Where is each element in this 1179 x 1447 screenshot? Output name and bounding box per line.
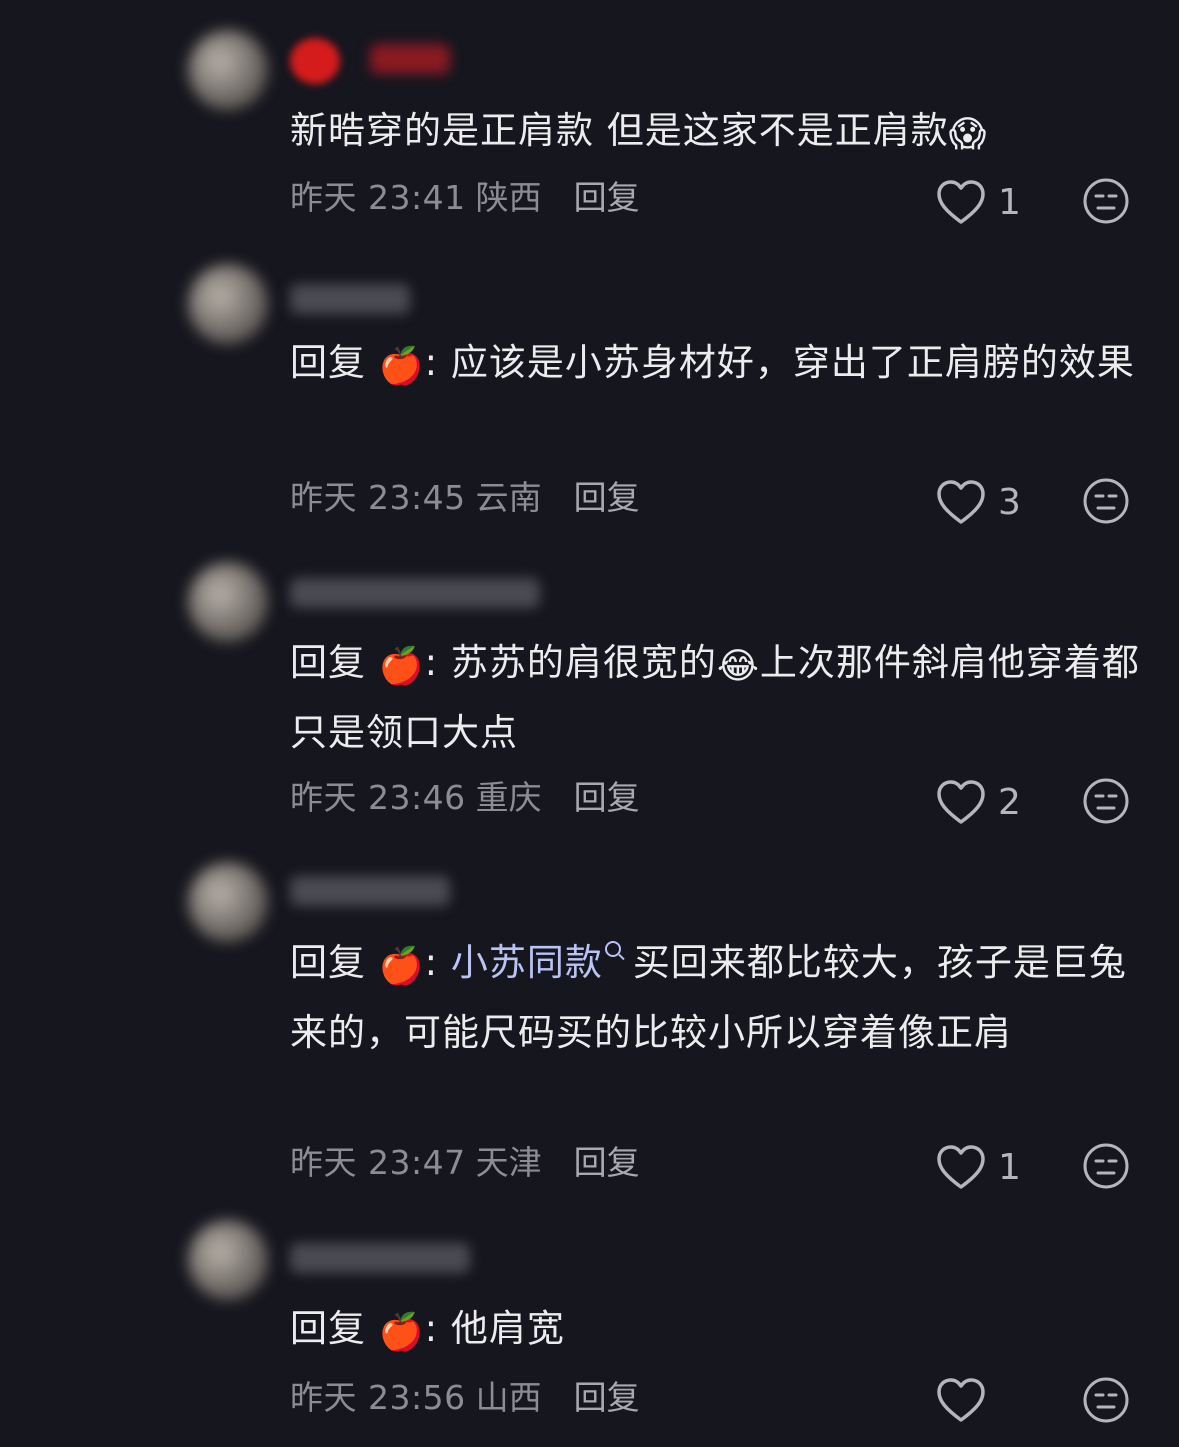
- comment-thread: 新晧穿的是正肩款 但是这家不是正肩款😱 昨天 23:41 陕西 回复 1 回复 🍎:…: [0, 0, 1179, 1447]
- colon: :: [424, 941, 451, 984]
- dislike-button[interactable]: [1082, 177, 1130, 225]
- location: 陕西: [475, 178, 542, 217]
- comment-text: 新晧穿的是正肩款 但是这家不是正肩款😱: [290, 98, 1140, 168]
- laughing-crying-emoji-icon: 😂: [716, 646, 760, 687]
- comment-meta: 昨天 23:46 重庆 回复: [290, 776, 640, 820]
- comment-meta: 昨天 23:47 天津 回复: [290, 1141, 640, 1185]
- comment-text: 回复 🍎: 苏苏的肩很宽的😂上次那件斜肩他穿着都只是领口大点: [290, 630, 1140, 766]
- heart-outline-icon: [937, 180, 985, 224]
- comment-text-content: : 应该是小苏身材好，穿出了正肩膀的效果: [424, 341, 1135, 384]
- dislike-button[interactable]: [1082, 477, 1130, 525]
- avatar[interactable]: [188, 562, 268, 642]
- heart-outline-icon: [937, 1145, 985, 1189]
- reply-prefix: 回复: [290, 1307, 379, 1350]
- heart-outline-icon: [937, 780, 985, 824]
- like-count: 1: [998, 181, 1021, 223]
- like-count: 2: [998, 781, 1021, 823]
- reply-prefix: 回复: [290, 341, 379, 384]
- heart-outline-icon: [937, 1378, 985, 1422]
- timestamp: 昨天 23:56: [290, 1378, 466, 1417]
- like-button[interactable]: 1: [936, 1143, 1021, 1191]
- reply-prefix: 回复: [290, 941, 379, 984]
- like-count: 3: [998, 481, 1021, 523]
- product-link[interactable]: 小苏同款: [451, 941, 603, 984]
- dislike-button[interactable]: [1082, 1142, 1130, 1190]
- username-blurred[interactable]: [290, 876, 450, 906]
- username-blurred[interactable]: [290, 1243, 470, 1273]
- comment-meta: 昨天 23:41 陕西 回复: [290, 176, 640, 220]
- timestamp: 昨天 23:46: [290, 778, 466, 817]
- unhappy-face-icon: [1083, 1143, 1129, 1189]
- unhappy-face-icon: [1083, 478, 1129, 524]
- unhappy-face-icon: [1083, 778, 1129, 824]
- comment-text: 回复 🍎: 他肩宽: [290, 1296, 1140, 1366]
- like-button[interactable]: 3: [936, 478, 1021, 526]
- reply-button[interactable]: 回复: [574, 178, 640, 217]
- comment-text-content: : 他肩宽: [424, 1307, 565, 1350]
- like-button[interactable]: 1: [936, 178, 1021, 226]
- username-blurred[interactable]: [370, 44, 450, 74]
- comment-text: 回复 🍎: 小苏同款 买回来都比较大，孩子是巨兔来的，可能尺码买的比较小所以穿着像…: [290, 930, 1140, 1066]
- avatar[interactable]: [188, 264, 268, 344]
- reply-button[interactable]: 回复: [574, 478, 640, 517]
- like-count: 1: [998, 1146, 1021, 1188]
- timestamp: 昨天 23:41: [290, 178, 466, 217]
- avatar[interactable]: [188, 1220, 268, 1300]
- username-blurred[interactable]: [290, 38, 340, 84]
- search-icon[interactable]: [604, 941, 621, 957]
- location: 云南: [475, 478, 542, 517]
- avatar[interactable]: [188, 30, 268, 110]
- comment-text-content: 新晧穿的是正肩款 但是这家不是正肩款: [290, 109, 949, 152]
- crying-emoji-icon: 😱: [948, 114, 988, 155]
- username-blurred[interactable]: [290, 578, 540, 608]
- location: 重庆: [475, 778, 542, 817]
- apple-emoji-icon[interactable]: 🍎: [379, 346, 425, 387]
- apple-emoji-icon[interactable]: 🍎: [379, 1312, 425, 1353]
- dislike-button[interactable]: [1082, 1376, 1130, 1424]
- dislike-button[interactable]: [1082, 777, 1130, 825]
- unhappy-face-icon: [1083, 1377, 1129, 1423]
- unhappy-face-icon: [1083, 178, 1129, 224]
- apple-emoji-icon[interactable]: 🍎: [379, 646, 425, 687]
- username-blurred[interactable]: [290, 284, 410, 314]
- location: 天津: [475, 1143, 542, 1182]
- like-button[interactable]: [936, 1376, 998, 1424]
- like-button[interactable]: 2: [936, 778, 1021, 826]
- reply-button[interactable]: 回复: [574, 778, 640, 817]
- heart-outline-icon: [937, 480, 985, 524]
- timestamp: 昨天 23:45: [290, 478, 466, 517]
- reply-prefix: 回复: [290, 641, 379, 684]
- reply-button[interactable]: 回复: [574, 1143, 640, 1182]
- comment-meta: 昨天 23:56 山西 回复: [290, 1376, 640, 1420]
- apple-emoji-icon[interactable]: 🍎: [379, 946, 425, 987]
- comment-text: 回复 🍎: 应该是小苏身材好，穿出了正肩膀的效果: [290, 330, 1140, 400]
- avatar[interactable]: [188, 862, 268, 942]
- reply-button[interactable]: 回复: [574, 1378, 640, 1417]
- comment-text-content: : 苏苏的肩很宽的: [424, 641, 717, 684]
- location: 山西: [475, 1378, 542, 1417]
- timestamp: 昨天 23:47: [290, 1143, 466, 1182]
- comment-meta: 昨天 23:45 云南 回复: [290, 476, 640, 520]
